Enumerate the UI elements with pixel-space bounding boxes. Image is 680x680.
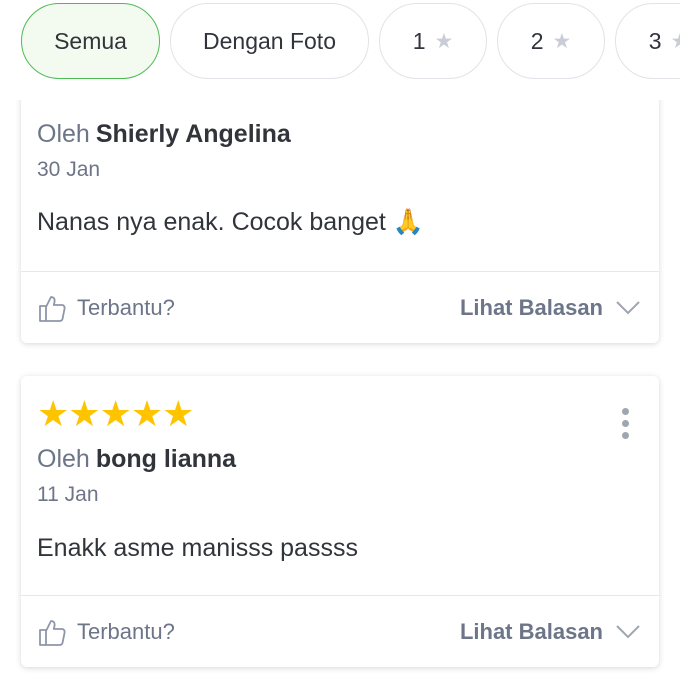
helpful-button[interactable]: Terbantu? bbox=[37, 293, 175, 323]
reviewer-byline: Oleh bong lianna bbox=[37, 445, 236, 474]
helpful-label: Terbantu? bbox=[77, 295, 175, 320]
review-list-screen: Oleh Shierly Angelina 30 Jan Nanas nya en… bbox=[0, 0, 680, 680]
review-card: ★★★★★ Oleh bong lianna 11 Jan Enakk asme … bbox=[21, 376, 659, 667]
filter-chip-with-photo[interactable]: Dengan Foto bbox=[170, 3, 369, 79]
review-date: 11 Jan bbox=[37, 483, 99, 506]
filter-chip-label: 1 bbox=[412, 27, 426, 54]
thumbs-up-icon bbox=[39, 620, 66, 646]
view-replies-label: Lihat Balasan bbox=[459, 295, 603, 320]
review-text: Nanas nya enak. Cocok banget 🙏 bbox=[37, 208, 424, 236]
filter-chip-label: Semua bbox=[54, 27, 127, 54]
thumbs-up-icon bbox=[39, 296, 66, 322]
review-text: Enakk asme manisss passss bbox=[37, 534, 358, 562]
reviewer-name[interactable]: bong lianna bbox=[96, 445, 236, 473]
review-footer: Terbantu? Lihat Balasan bbox=[21, 272, 659, 343]
more-options-icon[interactable] bbox=[621, 408, 629, 444]
byline-prefix: Oleh bbox=[37, 445, 90, 473]
rating-stars: ★★★★★ bbox=[37, 393, 194, 434]
byline-prefix: Oleh bbox=[37, 120, 90, 148]
filter-chip-3-star[interactable]: 3 ★ bbox=[615, 3, 680, 79]
filter-chip-1-star[interactable]: 1 ★ bbox=[379, 3, 487, 79]
chevron-down-icon bbox=[616, 301, 640, 315]
review-filter-bar: Semua Dengan Foto 1 ★ 2 ★ 3 ★ bbox=[0, 0, 680, 100]
helpful-button[interactable]: Terbantu? bbox=[37, 617, 175, 647]
star-icon: ★ bbox=[670, 29, 680, 53]
review-date: 30 Jan bbox=[37, 158, 101, 181]
reviewer-byline: Oleh Shierly Angelina bbox=[37, 120, 291, 149]
filter-chip-label: Dengan Foto bbox=[203, 27, 336, 54]
filter-chip-all[interactable]: Semua bbox=[21, 3, 160, 79]
review-card: Oleh Shierly Angelina 30 Jan Nanas nya en… bbox=[21, 60, 659, 343]
view-replies-label: Lihat Balasan bbox=[459, 619, 603, 644]
review-footer: Terbantu? Lihat Balasan bbox=[21, 596, 659, 667]
view-replies-button[interactable]: Lihat Balasan bbox=[460, 619, 641, 645]
reviewer-name[interactable]: Shierly Angelina bbox=[96, 120, 291, 148]
star-icon: ★ bbox=[552, 29, 572, 53]
helpful-label: Terbantu? bbox=[77, 619, 175, 644]
filter-chip-2-star[interactable]: 2 ★ bbox=[497, 3, 605, 79]
filter-chip-label: 3 bbox=[648, 27, 662, 54]
star-icon: ★ bbox=[434, 29, 454, 53]
chevron-down-icon bbox=[616, 625, 640, 639]
view-replies-button[interactable]: Lihat Balasan bbox=[460, 295, 641, 321]
filter-chip-label: 2 bbox=[530, 27, 544, 54]
